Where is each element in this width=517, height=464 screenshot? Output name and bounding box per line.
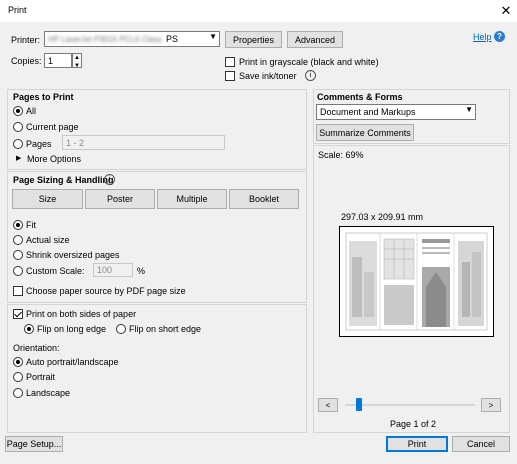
page-slider-thumb[interactable] [356,398,362,411]
page-preview [339,226,494,337]
portrait-label: Portrait [26,372,56,382]
page-setup-button[interactable]: Page Setup... [5,436,63,452]
save-ink-label: Save ink/toner [239,71,297,81]
window-title: Print [8,5,27,15]
chevron-up-icon[interactable]: ▲ [73,54,81,62]
paper-dimensions: 297.03 x 209.91 mm [341,212,424,222]
custom-scale-label: Custom Scale: [26,266,85,276]
printer-select[interactable]: HP LaserJet P3015 PCL6 Class Driver PS ▼ [44,31,220,47]
triangle-right-icon[interactable]: ▶ [16,154,21,162]
landscape-label: Landscape [26,388,71,398]
printer-name-blurred: HP LaserJet P3015 PCL6 Class Driver [48,34,164,44]
actual-size-label: Actual size [26,235,70,245]
current-page-label: Current page [26,122,79,132]
tab-poster[interactable]: Poster [85,189,155,209]
summarize-comments-button[interactable]: Summarize Comments [316,124,414,141]
fit-radio[interactable] [13,220,23,230]
shrink-label: Shrink oversized pages [26,250,120,260]
auto-orientation-label: Auto portrait/landscape [26,357,119,367]
page-sizing-heading: Page Sizing & Handling [13,175,114,185]
question-icon[interactable]: ? [494,31,505,42]
short-edge-radio[interactable] [116,324,126,334]
pages-range-radio[interactable] [13,139,23,149]
orientation-label: Orientation: [13,343,60,353]
both-sides-checkbox[interactable] [13,309,23,319]
more-options-toggle[interactable]: More Options [27,154,81,164]
all-pages-label: All [26,106,37,116]
print-button[interactable]: Print [386,436,448,452]
auto-orientation-radio[interactable] [13,357,23,367]
page-preview-thumbnail [345,232,488,331]
long-edge-radio[interactable] [24,324,34,334]
tab-multiple[interactable]: Multiple [157,189,227,209]
portrait-radio[interactable] [13,372,23,382]
landscape-radio[interactable] [13,388,23,398]
paper-source-checkbox[interactable] [13,286,23,296]
page-indicator: Page 1 of 2 [390,419,437,429]
save-ink-checkbox[interactable] [225,71,235,81]
comments-forms-select[interactable]: Document and Markups ▼ [316,104,476,120]
both-sides-label: Print on both sides of paper [26,309,137,319]
paper-source-label: Choose paper source by PDF page size [26,286,186,296]
long-edge-label: Flip on long edge [37,324,107,334]
grayscale-label: Print in grayscale (black and white) [239,57,379,67]
percent-unit: % [137,266,146,276]
custom-scale-input[interactable]: 100 [93,263,133,277]
printer-label: Printer: [11,35,41,45]
shrink-radio[interactable] [13,250,23,260]
all-pages-radio[interactable] [13,106,23,116]
tab-booklet[interactable]: Booklet [229,189,299,209]
previous-page-button[interactable]: < [318,398,338,412]
pages-range-input[interactable]: 1 - 2 [62,135,225,150]
title-bar [0,0,517,22]
properties-button[interactable]: Properties [225,31,282,48]
copies-stepper[interactable]: ▲ ▼ [72,53,82,70]
chevron-down-icon: ▼ [209,32,217,41]
page-slider-track[interactable] [345,404,475,406]
actual-size-radio[interactable] [13,235,23,245]
info-icon[interactable]: i [305,70,316,81]
help-link[interactable]: Help [473,32,492,42]
chevron-down-icon[interactable]: ▼ [73,62,81,70]
copies-input[interactable]: 1 [44,53,72,68]
info-icon[interactable]: i [104,174,115,185]
short-edge-label: Flip on short edge [129,324,202,334]
advanced-button[interactable]: Advanced [287,31,343,48]
current-page-radio[interactable] [13,122,23,132]
fit-label: Fit [26,220,36,230]
grayscale-checkbox[interactable] [225,57,235,67]
copies-label: Copies: [11,56,42,66]
tab-size[interactable]: Size [12,189,83,209]
comments-forms-value: Document and Markups [320,107,416,117]
scale-readout: Scale: 69% [318,150,364,160]
chevron-down-icon: ▼ [465,105,473,114]
pages-to-print-heading: Pages to Print [13,92,74,102]
cancel-button[interactable]: Cancel [452,436,510,452]
printer-name-suffix: PS [166,34,179,44]
custom-scale-radio[interactable] [13,266,23,276]
comments-forms-heading: Comments & Forms [317,92,403,102]
close-icon[interactable]: ✕ [497,2,515,20]
next-page-button[interactable]: > [481,398,501,412]
pages-range-label: Pages [26,139,52,149]
